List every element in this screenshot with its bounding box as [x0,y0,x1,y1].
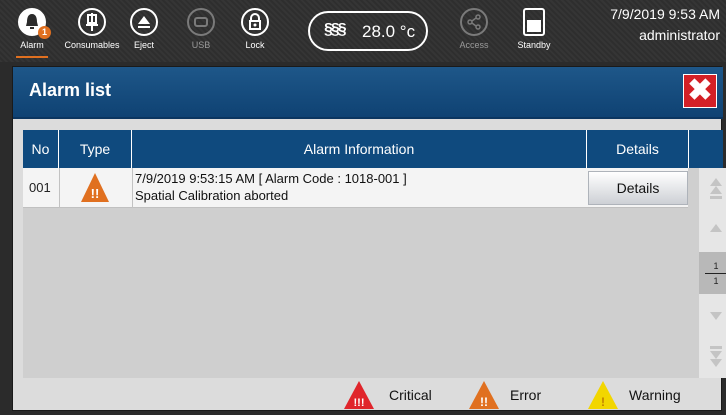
usb-label: USB [191,40,211,50]
usb-icon [187,8,215,36]
active-indicator [16,56,48,58]
alarm-label: Alarm [20,40,44,50]
lock-label: Lock [245,40,265,50]
scrollbar[interactable]: 1 1 [699,168,726,378]
up-icon [710,224,722,232]
close-button[interactable]: ✖ [683,74,717,108]
access-label: Access [459,40,489,50]
consumables-label: Consumables [64,40,120,50]
details-button[interactable]: Details [588,171,688,205]
alarm-info-line1: 7/9/2019 9:53:15 AM [ Alarm Code : 1018-… [135,171,407,186]
alarm-count-badge: 1 [38,26,51,39]
usb-button[interactable]: USB [173,4,229,58]
svg-text:!: ! [601,395,605,409]
consumables-button[interactable]: Consumables [64,4,120,58]
column-divider [132,168,133,208]
page-indicator: 1 1 [699,252,726,294]
column-header-scroll [689,130,723,168]
eject-label: Eject [133,40,154,50]
standby-label: Standby [517,40,551,50]
table-row[interactable]: 001 !! 7/9/2019 9:53:15 AM [ Alarm Code … [23,168,688,208]
alarm-button[interactable]: 1 Alarm [10,4,54,58]
svg-text:!!!: !!! [354,397,365,409]
close-icon: ✖ [687,74,713,107]
warning-icon: ! [588,381,618,409]
double-up-icon [710,178,722,199]
dialog-title: Alarm list [29,80,112,100]
column-divider [59,168,60,208]
row-number: 001 [29,180,51,195]
legend-warning-label: Warning [629,387,681,403]
share-icon [460,8,488,36]
standby-button[interactable]: Standby [506,4,562,58]
status-info: 7/9/2019 9:53 AM administrator [610,4,720,46]
column-header-info: Alarm Information [132,130,587,168]
eject-icon [130,8,158,36]
legend-critical-label: Critical [389,387,432,403]
dialog-header: Alarm list ✖ [13,67,723,119]
heater-icon: §§§ [324,21,347,38]
temperature-value: 28.0 °c [362,22,416,41]
column-header-no: No [23,130,59,168]
current-user: administrator [639,27,720,43]
temperature-display[interactable]: §§§ 28.0 °c [308,11,428,51]
page-total: 1 [713,276,719,286]
scroll-top-button[interactable] [699,168,726,210]
svg-text:!!: !! [480,395,488,409]
severity-legend: !!! Critical !! Error ! Warning [13,378,723,412]
down-icon [710,312,722,320]
standby-icon [523,8,545,36]
svg-text:!!: !! [91,186,100,201]
legend-error-label: Error [510,387,542,403]
lock-icon [241,8,269,36]
alarm-list-dialog: Alarm list ✖ No Type Alarm Information D… [12,66,726,412]
alarm-table: No Type Alarm Information Details 001 !!… [23,130,726,378]
eject-button[interactable]: Eject [116,4,172,58]
critical-icon: !!! [344,381,374,409]
consumables-icon [78,8,106,36]
double-down-icon [710,346,722,367]
page-current: 1 [713,261,719,271]
column-header-type: Type [59,130,132,168]
scroll-up-button[interactable] [699,210,726,252]
error-legend-icon: !! [469,381,499,409]
column-header-details: Details [587,130,689,168]
scroll-down-button[interactable] [699,294,726,336]
scroll-bottom-button[interactable] [699,336,726,378]
page-divider [705,273,726,274]
access-button[interactable]: Access [446,4,502,58]
lock-button[interactable]: Lock [227,4,283,58]
top-toolbar: 1 Alarm Consumables Eject USB Lock §§§ 2… [0,0,726,62]
alarm-info-line2: Spatial Calibration aborted [135,188,289,203]
app-root: 1 Alarm Consumables Eject USB Lock §§§ 2… [0,0,726,415]
error-icon: !! [81,173,109,202]
current-datetime: 7/9/2019 9:53 AM [610,6,720,22]
